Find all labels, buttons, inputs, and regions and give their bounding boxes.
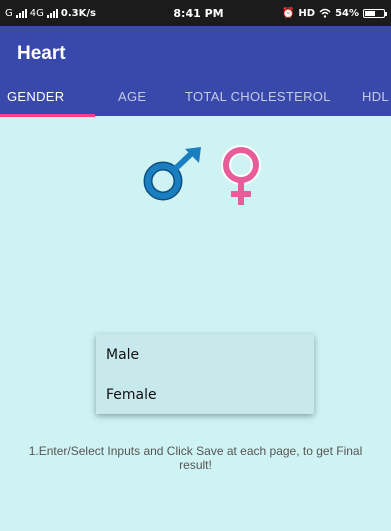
clock: 8:41 PM (173, 6, 224, 20)
tab-bar: GENDER AGE TOTAL CHOLESTEROL HDL (0, 82, 391, 116)
status-right: ⏰ HD 54% (281, 0, 387, 26)
instruction-text: 1.Enter/Select Inputs and Click Save at … (28, 444, 363, 472)
status-left: G 4G 0.3K/s (5, 8, 96, 19)
menu-item-female[interactable]: Female (106, 387, 157, 403)
tab-hdl[interactable]: HDL (362, 82, 389, 116)
gender-symbols (143, 145, 261, 205)
gender-dropdown-menu: Male Female (96, 334, 314, 414)
signal-bars-2-icon (46, 8, 58, 18)
status-bar: G 4G 0.3K/s 8:41 PM ⏰ HD 54% (0, 0, 391, 26)
battery-fill (365, 10, 375, 16)
wifi-icon (319, 8, 331, 18)
battery-icon (363, 8, 387, 18)
network-speed: 0.3K/s (60, 7, 96, 19)
tab-age[interactable]: AGE (118, 82, 146, 116)
network-label: 4G (29, 7, 44, 19)
alarm-icon: ⏰ (281, 7, 295, 19)
app-title: Heart (17, 43, 66, 64)
male-symbol-icon (143, 147, 201, 201)
female-symbol-icon (221, 145, 261, 205)
tab-gender[interactable]: GENDER (7, 82, 64, 116)
hd-label: HD (298, 7, 316, 19)
signal-bars-icon (15, 8, 27, 18)
tab-total-cholesterol[interactable]: TOTAL CHOLESTEROL (185, 82, 331, 116)
carrier-label: G (5, 7, 13, 19)
menu-item-male[interactable]: Male (106, 347, 139, 363)
app-bar: Heart GENDER AGE TOTAL CHOLESTEROL HDL (0, 26, 391, 117)
tab-indicator (0, 114, 95, 117)
battery-percent: 54% (335, 7, 359, 19)
